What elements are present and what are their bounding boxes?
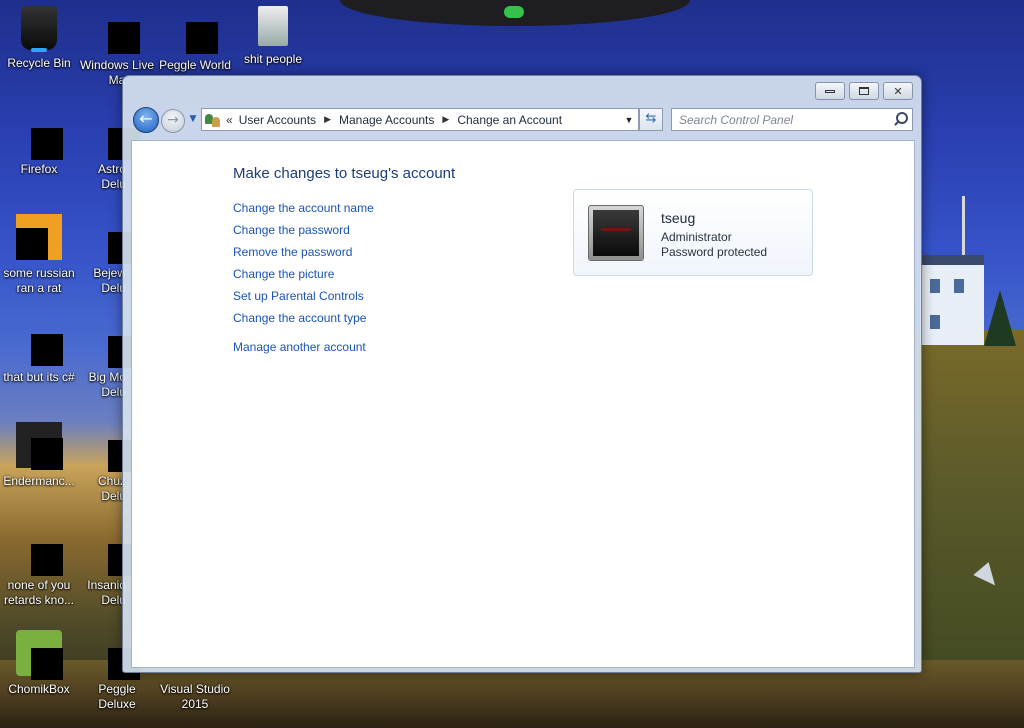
desktop-icon-label: Peggle World: [159, 58, 231, 72]
dock-indicator-icon: [504, 6, 524, 18]
desktop-icon-label: Recycle Bin: [7, 56, 71, 70]
app-icon: [16, 526, 63, 576]
task-links: Change the account name Change the passw…: [233, 197, 374, 358]
desktop-icon-java[interactable]: some russian ran a rat: [0, 214, 78, 295]
desktop-icon-label: some russian ran a rat: [3, 266, 75, 295]
desktop-icon-label: Peggle Deluxe: [98, 682, 136, 711]
page-title: Make changes to tseug's account: [233, 165, 456, 182]
search-box[interactable]: [671, 108, 913, 131]
account-type: Administrator: [661, 230, 732, 244]
censor-block: [16, 228, 48, 260]
desktop-icon-recycle-bin[interactable]: Recycle Bin: [0, 6, 78, 86]
censor-block: [31, 648, 63, 680]
forward-button[interactable]: →: [161, 109, 185, 133]
close-icon: ✕: [893, 84, 903, 98]
close-button[interactable]: ✕: [883, 82, 913, 100]
search-input[interactable]: [672, 109, 882, 130]
chevron-down-icon: ▼: [189, 114, 197, 124]
avatar: [588, 205, 644, 261]
user-accounts-icon: [204, 112, 222, 128]
desktop-icon-label: that but its c#: [3, 370, 75, 384]
navigation-bar: ← → ▼ « User Accounts ▶ Manage Accounts …: [131, 107, 915, 133]
wallpaper-tree: [984, 290, 1016, 346]
breadcrumb-manage-accounts[interactable]: Manage Accounts: [339, 113, 434, 127]
minimize-icon: [825, 89, 835, 93]
breadcrumb-arrow-icon[interactable]: ▶: [324, 114, 331, 125]
refresh-button[interactable]: ⇆: [639, 108, 663, 131]
refresh-icon: ⇆: [645, 111, 657, 126]
content-pane: Make changes to tseug's account Change t…: [131, 140, 915, 668]
desktop-icon-label: Endermanc...: [3, 474, 75, 488]
files-icon: [16, 318, 63, 366]
recycle-bin-icon: [21, 6, 57, 52]
desktop-icon-label: Firefox: [20, 162, 58, 176]
control-panel-window: ✕ ← → ▼ « User Accounts ▶ Manage Account…: [122, 75, 922, 673]
desktop-icon-folder[interactable]: shit people: [234, 6, 312, 86]
firefox-icon: [16, 110, 63, 160]
censor-block: [186, 22, 218, 54]
censor-block: [108, 22, 140, 54]
java-icon: [16, 214, 62, 260]
manage-another-account-link[interactable]: Manage another account: [233, 336, 374, 358]
account-picture-icon: [593, 210, 639, 256]
window-controls: ✕: [815, 82, 913, 100]
desktop-icon-label: shit people: [243, 52, 303, 66]
censor-block: [31, 544, 63, 576]
change-password-link[interactable]: Change the password: [233, 219, 374, 241]
account-card: tseug Administrator Password protected: [573, 189, 813, 276]
censor-block: [31, 334, 63, 366]
breadcrumb-overflow[interactable]: «: [226, 113, 233, 127]
breadcrumb-user-accounts[interactable]: User Accounts: [239, 113, 316, 127]
censor-block: [31, 128, 63, 160]
desktop-icon-endermanc[interactable]: Endermanc...: [0, 422, 78, 502]
desktop-icon-files[interactable]: that but its c#: [0, 318, 78, 398]
chomikbox-icon: [16, 630, 63, 680]
breadcrumb-change-an-account[interactable]: Change an Account: [457, 113, 562, 127]
desktop-icon-label: Visual Studio 2015: [160, 682, 230, 711]
address-bar[interactable]: « User Accounts ▶ Manage Accounts ▶ Chan…: [201, 108, 639, 131]
forward-arrow-icon: →: [167, 112, 179, 128]
desktop-icon-chomikbox[interactable]: ChomikBox: [0, 630, 78, 710]
censor-block: [31, 438, 63, 470]
desktop-icon-label: ChomikBox: [8, 682, 70, 696]
account-name: tseug: [661, 210, 696, 226]
wallpaper-house: [920, 255, 984, 345]
search-icon[interactable]: [893, 112, 908, 126]
wallpaper-house-window: [930, 279, 940, 293]
parental-controls-link[interactable]: Set up Parental Controls: [233, 285, 374, 307]
change-account-name-link[interactable]: Change the account name: [233, 197, 374, 219]
back-arrow-icon: ←: [139, 109, 153, 128]
peggle-icon: [172, 6, 218, 54]
desktop-icon-peggle-world[interactable]: Peggle World: [156, 6, 234, 86]
desktop-icon-windows-live[interactable]: Windows Live Ma: [78, 6, 156, 87]
account-password-status: Password protected: [661, 245, 768, 259]
top-dock: [340, 0, 690, 26]
back-button[interactable]: ←: [133, 107, 159, 133]
folder-icon: [258, 6, 288, 46]
address-dropdown-icon[interactable]: ▼: [620, 115, 638, 125]
minimize-button[interactable]: [815, 82, 845, 100]
wallpaper-house-window: [954, 279, 964, 293]
desktop-icon-firefox[interactable]: Firefox: [0, 110, 78, 190]
recent-pages-button[interactable]: ▼: [187, 112, 199, 126]
change-account-type-link[interactable]: Change the account type: [233, 307, 374, 329]
desktop-icon-none-of-you[interactable]: none of you retards kno...: [0, 526, 78, 607]
wallpaper-house-window: [930, 315, 940, 329]
maximize-icon: [859, 87, 869, 95]
remove-password-link[interactable]: Remove the password: [233, 241, 374, 263]
breadcrumb-arrow-icon[interactable]: ▶: [442, 114, 449, 125]
windows-live-icon: [94, 6, 140, 54]
maximize-button[interactable]: [849, 82, 879, 100]
change-picture-link[interactable]: Change the picture: [233, 263, 374, 285]
desktop-icon-label: none of you retards kno...: [3, 578, 75, 607]
app-icon: [16, 422, 63, 470]
